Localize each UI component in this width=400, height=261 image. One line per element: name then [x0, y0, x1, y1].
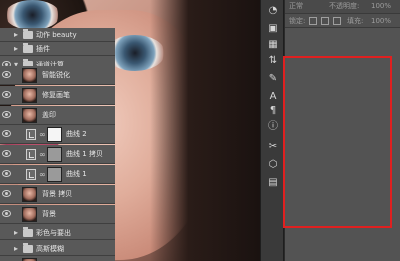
layer-name: 插件: [36, 45, 50, 53]
layer-name: 动作 beauty: [36, 31, 77, 39]
paragraph-icon[interactable]: ¶: [266, 104, 280, 118]
layer-row[interactable]: 背景 拷贝: [0, 184, 115, 204]
brush-icon[interactable]: ✎: [266, 72, 280, 86]
layer-thumbnail[interactable]: [22, 68, 37, 83]
visibility-eye-icon[interactable]: [2, 170, 11, 177]
photo-eye-left: [5, 0, 60, 30]
fill-label: 填充:: [347, 17, 364, 25]
character-icon[interactable]: A: [266, 90, 280, 104]
curves-adjustment-icon[interactable]: [26, 169, 36, 180]
folder-icon: [23, 29, 33, 39]
layer-thumbnail[interactable]: [22, 206, 37, 222]
photo-hair-right: [150, 0, 260, 261]
layer-row[interactable]: ∞ 曲线 1: [0, 165, 115, 184]
3d-cube-icon[interactable]: ⬡: [266, 158, 280, 172]
link-icon[interactable]: ∞: [39, 151, 46, 159]
layer-row[interactable]: 盖印: [0, 105, 115, 125]
visibility-eye-icon[interactable]: [2, 130, 11, 138]
adjust-icon[interactable]: ▦: [266, 38, 280, 52]
layer-name: 背景 拷贝: [42, 189, 73, 198]
layer-row[interactable]: ∞ 曲线 1 拷贝: [0, 145, 115, 165]
info-icon[interactable]: ⓘ: [266, 120, 280, 134]
layers-panel-header: 正常 不透明度: 100%: [285, 0, 400, 14]
layers-stack-icon[interactable]: ▣: [266, 22, 280, 36]
panel-icon-strip: ◔ ▣ ▦ ⇅ ✎ A ¶ ⓘ ✂ ⬡ ▤: [260, 0, 284, 261]
layer-name: 修复画笔: [42, 90, 70, 99]
visibility-eye-icon[interactable]: [2, 209, 11, 217]
folder-icon: [23, 227, 33, 237]
folder-icon: [23, 243, 33, 253]
fill-value[interactable]: 100%: [371, 17, 391, 26]
layers-panel: [285, 0, 400, 261]
layer-mask-thumbnail[interactable]: [47, 167, 62, 182]
layer-mask-thumbnail[interactable]: [47, 147, 62, 163]
folder-icon: [23, 43, 33, 53]
sliders-icon[interactable]: ⇅: [266, 54, 280, 68]
layer-mask-thumbnail[interactable]: [47, 127, 62, 143]
layer-row[interactable]: ▸ 高斯模糊: [0, 240, 115, 256]
layer-row[interactable]: 图层 0: [0, 256, 115, 261]
layer-name: 背景: [42, 209, 56, 218]
blend-mode-select[interactable]: 正常: [289, 2, 303, 11]
visibility-eye-icon[interactable]: [2, 90, 11, 98]
layer-row[interactable]: 背景: [0, 204, 115, 224]
layer-thumbnail[interactable]: [22, 87, 37, 103]
opacity-value[interactable]: 100%: [371, 2, 391, 11]
layer-thumbnail[interactable]: [22, 107, 37, 123]
layer-name: 曲线 1 拷贝: [66, 150, 103, 159]
opacity-label: 不透明度:: [329, 2, 360, 10]
layer-row[interactable]: 修复画笔: [0, 85, 115, 105]
layer-row[interactable]: ∞ 曲线 2: [0, 125, 115, 145]
group-collapsed-icon[interactable]: ▸: [14, 44, 18, 54]
curves-adjustment-icon[interactable]: [26, 149, 36, 161]
layer-name: 曲线 2: [66, 130, 87, 139]
lock-label: 锁定:: [289, 17, 306, 25]
layer-row[interactable]: ▸ 动作 beauty: [0, 28, 115, 42]
layer-name: 彩色与要出: [36, 229, 71, 237]
layer-name: 曲线 1: [66, 170, 87, 178]
layer-thumbnail[interactable]: [22, 186, 37, 202]
group-collapsed-icon[interactable]: ▸: [14, 30, 18, 40]
visibility-eye-icon[interactable]: [2, 150, 11, 158]
history-icon[interactable]: ◔: [266, 4, 280, 18]
layer-name: 盖印: [42, 110, 56, 119]
lock-transparent-icon[interactable]: [309, 17, 317, 25]
tool-presets-icon[interactable]: ✂: [266, 140, 280, 154]
layer-row[interactable]: 智能锐化: [0, 66, 115, 85]
group-collapsed-icon[interactable]: ▸: [14, 244, 18, 254]
link-icon[interactable]: ∞: [39, 171, 46, 179]
visibility-eye-icon[interactable]: [2, 71, 11, 78]
layer-row[interactable]: ▸ 彩色与要出: [0, 224, 115, 240]
curves-adjustment-icon[interactable]: [26, 129, 36, 141]
layer-name: 高斯模糊: [36, 245, 64, 253]
lock-position-icon[interactable]: [333, 17, 341, 25]
visibility-eye-icon[interactable]: [2, 189, 11, 197]
link-icon[interactable]: ∞: [39, 131, 46, 139]
layer-name: 智能锐化: [42, 71, 70, 79]
layer-row[interactable]: ▸ 插件: [0, 42, 115, 56]
group-collapsed-icon[interactable]: ▸: [14, 228, 18, 238]
visibility-eye-icon[interactable]: [2, 110, 11, 118]
properties-icon[interactable]: ▤: [266, 176, 280, 190]
layers-lock-bar: 锁定: 填充: 100%: [285, 14, 400, 28]
lock-image-icon[interactable]: [321, 17, 329, 25]
